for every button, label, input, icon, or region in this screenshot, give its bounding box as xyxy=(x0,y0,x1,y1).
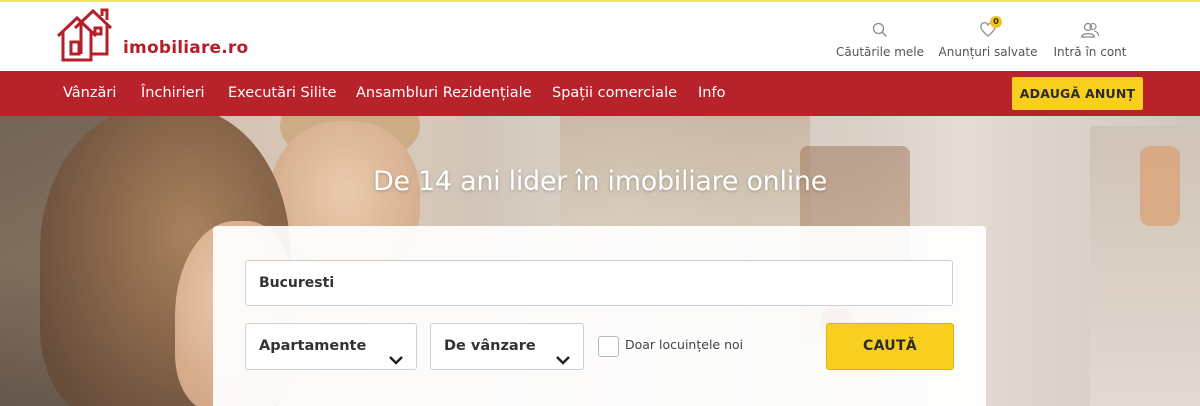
chevron-down-icon xyxy=(555,340,571,385)
search-button[interactable]: CAUTĂ xyxy=(826,323,954,370)
add-listing-button[interactable]: ADAUGĂ ANUNȚ xyxy=(1012,77,1143,110)
saved-searches-label: Căutările mele xyxy=(836,45,924,59)
search-icon xyxy=(872,22,888,41)
nav-item-residential-complexes[interactable]: Ansambluri Rezidențiale xyxy=(356,71,532,116)
nav-item-foreclosures[interactable]: Executări Silite xyxy=(228,71,336,116)
saved-listings-link[interactable]: 0 Anunțuri salvate xyxy=(937,2,1039,71)
login-label: Intră în cont xyxy=(1053,45,1127,59)
nav-item-commercial-spaces[interactable]: Spații comerciale xyxy=(552,71,677,116)
chevron-down-icon xyxy=(388,340,404,385)
property-type-select[interactable]: Apartamente xyxy=(245,323,417,370)
saved-count-badge: 0 xyxy=(990,16,1002,28)
nav-item-info[interactable]: Info xyxy=(698,71,725,116)
saved-listings-label: Anunțuri salvate xyxy=(938,45,1038,59)
new-homes-label[interactable]: Doar locuințele noi xyxy=(625,337,743,352)
logo[interactable]: imobiliare.ro xyxy=(55,8,275,64)
search-panel: Bucuresti Apartamente De vânzare Doar lo… xyxy=(213,226,986,406)
transaction-type-value: De vânzare xyxy=(444,338,536,354)
header: imobiliare.ro Căutările mele 0 Anunțuri … xyxy=(0,2,1200,71)
hero-headline: De 14 ani lider în imobiliare online xyxy=(372,166,828,197)
user-icon xyxy=(1080,22,1100,41)
location-input[interactable]: Bucuresti xyxy=(245,260,953,306)
transaction-type-select[interactable]: De vânzare xyxy=(430,323,584,370)
login-link[interactable]: Intră în cont xyxy=(1050,2,1130,71)
saved-searches-link[interactable]: Căutările mele xyxy=(832,2,928,71)
new-homes-checkbox[interactable] xyxy=(598,336,619,357)
nav-item-sales[interactable]: Vânzări xyxy=(63,71,116,116)
main-nav: Vânzări Închirieri Executări Silite Ansa… xyxy=(0,71,1200,116)
house-logo-icon xyxy=(56,8,113,62)
heart-icon: 0 xyxy=(980,16,1002,40)
property-type-value: Apartamente xyxy=(259,338,367,354)
nav-item-rentals[interactable]: Închirieri xyxy=(141,71,205,116)
logo-text: imobiliare.ro xyxy=(123,38,249,58)
